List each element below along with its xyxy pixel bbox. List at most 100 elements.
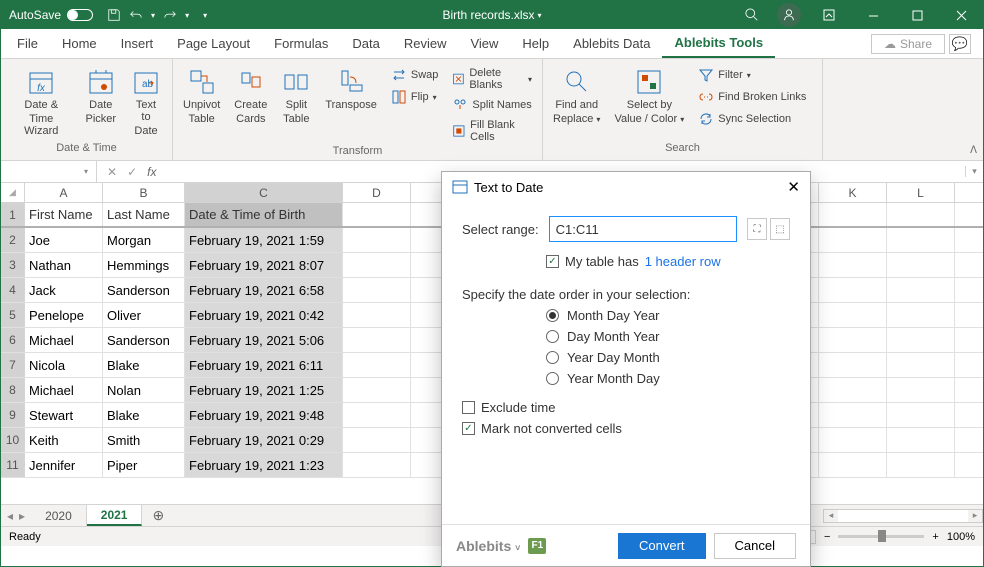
add-sheet-button[interactable]: ⊕	[142, 507, 174, 524]
cell[interactable]	[887, 428, 955, 452]
tab-home[interactable]: Home	[50, 29, 109, 58]
row-header[interactable]: 7	[1, 353, 25, 377]
sync-selection-button[interactable]: Sync Selection	[694, 109, 810, 129]
zoom-slider[interactable]	[838, 535, 924, 538]
prev-sheet-icon[interactable]: ◂	[7, 509, 13, 523]
col-header-d[interactable]: D	[343, 183, 411, 202]
autosave-toggle[interactable]: AutoSave	[1, 8, 101, 22]
find-broken-links-button[interactable]: Find Broken Links	[694, 87, 810, 107]
col-header-l[interactable]: L	[887, 183, 955, 202]
cell[interactable]: February 19, 2021 9:48	[185, 403, 343, 427]
col-header-b[interactable]: B	[103, 183, 185, 202]
collapse-ribbon-icon[interactable]: ᐱ	[970, 145, 977, 156]
cell[interactable]	[343, 278, 411, 302]
cell[interactable]	[819, 378, 887, 402]
cell[interactable]: February 19, 2021 0:29	[185, 428, 343, 452]
cell[interactable]: February 19, 2021 8:07	[185, 253, 343, 277]
cell[interactable]	[819, 228, 887, 252]
cell[interactable]	[819, 453, 887, 477]
cell[interactable]: Penelope	[25, 303, 103, 327]
zoom-out-button[interactable]: −	[824, 531, 830, 543]
cell[interactable]: February 19, 2021 6:11	[185, 353, 343, 377]
cell[interactable]: Piper	[103, 453, 185, 477]
cell[interactable]: Joe	[25, 228, 103, 252]
cell[interactable]	[819, 278, 887, 302]
cell[interactable]	[887, 453, 955, 477]
cell[interactable]	[887, 378, 955, 402]
mark-not-converted-checkbox[interactable]	[462, 422, 475, 435]
range-input[interactable]: C1:C11	[549, 216, 737, 242]
row-header[interactable]: 3	[1, 253, 25, 277]
cell[interactable]	[887, 228, 955, 252]
next-sheet-icon[interactable]: ▸	[19, 509, 25, 523]
cell[interactable]: Jennifer	[25, 453, 103, 477]
cell[interactable]: Nicola	[25, 353, 103, 377]
header-row-checkbox[interactable]	[546, 255, 559, 268]
swap-button[interactable]: Swap	[387, 65, 443, 85]
cell[interactable]	[343, 453, 411, 477]
maximize-button[interactable]	[895, 1, 939, 29]
convert-button[interactable]: Convert	[618, 533, 706, 559]
minimize-button[interactable]	[851, 1, 895, 29]
horizontal-scrollbar[interactable]: ◂▸	[823, 509, 983, 523]
cell[interactable]: February 19, 2021 1:25	[185, 378, 343, 402]
flip-button[interactable]: Flip▾	[387, 87, 443, 107]
fill-blank-cells-button[interactable]: Fill Blank Cells	[448, 117, 536, 145]
cell[interactable]: February 19, 2021 1:23	[185, 453, 343, 477]
close-button[interactable]	[939, 1, 983, 29]
expand-formula-icon[interactable]: ▾	[965, 166, 983, 177]
tab-insert[interactable]: Insert	[109, 29, 166, 58]
split-table-button[interactable]: SplitTable	[277, 65, 315, 127]
fx-icon[interactable]: fx	[147, 165, 156, 179]
row-header-1[interactable]: 1	[1, 203, 25, 226]
cell[interactable]	[343, 228, 411, 252]
cell[interactable]: Nathan	[25, 253, 103, 277]
cell[interactable]: Hemmings	[103, 253, 185, 277]
cell[interactable]: February 19, 2021 5:06	[185, 328, 343, 352]
title-dropdown-icon[interactable]: ▾	[538, 11, 542, 20]
cell[interactable]	[887, 303, 955, 327]
close-dialog-button[interactable]: ✕	[787, 178, 800, 196]
comments-button[interactable]: 💬	[949, 34, 971, 54]
radio-mdy[interactable]	[546, 309, 559, 322]
cell[interactable]: Michael	[25, 378, 103, 402]
share-button[interactable]: ☁Share	[871, 34, 945, 54]
cell[interactable]: First Name	[25, 203, 103, 226]
row-header[interactable]: 9	[1, 403, 25, 427]
row-header[interactable]: 10	[1, 428, 25, 452]
row-header[interactable]: 2	[1, 228, 25, 252]
split-names-button[interactable]: Split Names	[448, 95, 536, 115]
radio-dmy[interactable]	[546, 330, 559, 343]
tab-ablebits-tools[interactable]: Ablebits Tools	[662, 29, 775, 58]
save-icon[interactable]	[107, 8, 121, 22]
cell[interactable]: Blake	[103, 353, 185, 377]
row-header[interactable]: 6	[1, 328, 25, 352]
cell[interactable]	[887, 403, 955, 427]
help-f1-button[interactable]: F1	[528, 538, 546, 554]
ribbon-options-icon[interactable]	[807, 1, 851, 29]
cell[interactable]	[343, 303, 411, 327]
cell[interactable]: Date & Time of Birth	[185, 203, 343, 226]
qat-customize-icon[interactable]: ▾	[203, 11, 207, 20]
cell[interactable]	[819, 203, 887, 226]
cancel-button[interactable]: Cancel	[714, 533, 796, 559]
cancel-icon[interactable]: ✕	[107, 165, 117, 179]
select-by-value-button[interactable]: Select byValue / Color ▾	[610, 65, 688, 127]
find-replace-button[interactable]: Find andReplace ▾	[549, 65, 604, 127]
col-header-c[interactable]: C	[185, 183, 343, 202]
cell[interactable]: Keith	[25, 428, 103, 452]
collapse-range-icon[interactable]: ⛶	[747, 218, 767, 240]
tab-page-layout[interactable]: Page Layout	[165, 29, 262, 58]
cell[interactable]: February 19, 2021 1:59	[185, 228, 343, 252]
cell[interactable]	[343, 428, 411, 452]
cell[interactable]: Smith	[103, 428, 185, 452]
date-time-wizard-button[interactable]: fxDate &Time Wizard	[7, 65, 75, 139]
cell[interactable]: February 19, 2021 0:42	[185, 303, 343, 327]
cell[interactable]	[343, 203, 411, 226]
expand-range-icon[interactable]: ⬚	[770, 218, 790, 240]
tab-data[interactable]: Data	[340, 29, 391, 58]
radio-ymd[interactable]	[546, 372, 559, 385]
tab-file[interactable]: File	[5, 29, 50, 58]
col-header-k[interactable]: K	[819, 183, 887, 202]
cell[interactable]	[887, 353, 955, 377]
